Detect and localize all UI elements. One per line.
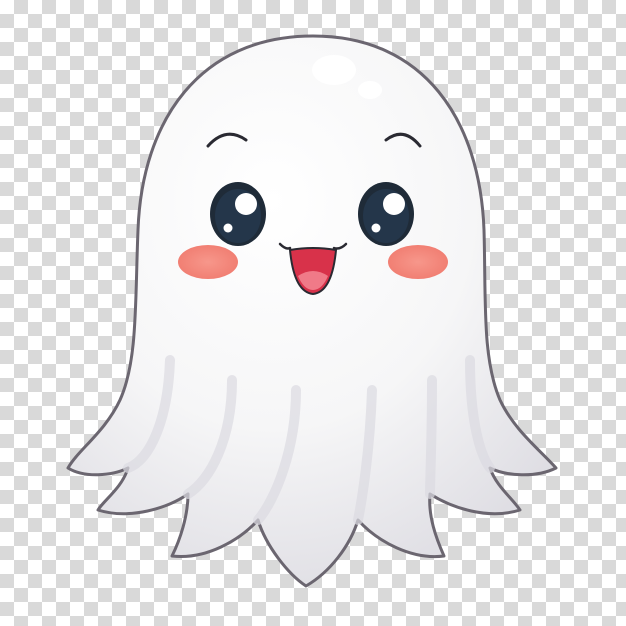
right-cheek: [388, 245, 448, 279]
left-eye: [210, 182, 266, 246]
ghost-body: [66, 34, 558, 588]
head-highlight-small: [358, 81, 382, 99]
ghost-illustration: [66, 34, 558, 588]
transparency-checkerboard-background: [0, 0, 626, 626]
head-highlight: [312, 55, 356, 85]
right-eye: [358, 182, 414, 246]
left-cheek: [178, 245, 238, 279]
